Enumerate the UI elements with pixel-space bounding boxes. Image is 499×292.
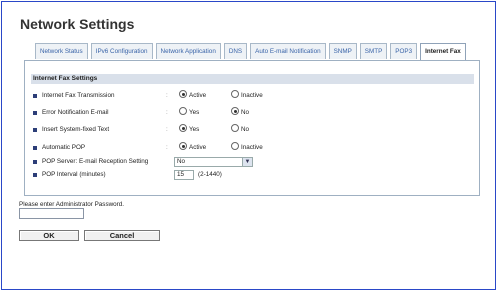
radio-checked-icon [179,124,187,132]
tab-network-status[interactable]: Network Status [35,43,88,59]
radio-unchecked-icon [231,124,239,132]
tab-dns[interactable]: DNS [223,43,248,59]
settings-panel: Internet Fax Settings Internet Fax Trans… [24,60,480,196]
radio-label: Inactive [241,144,263,151]
setting-label: Automatic POP [42,144,86,151]
radio-auto-pop-active[interactable]: Active [179,142,206,154]
setting-label: POP Server: E-mail Reception Setting [42,158,149,165]
pop-interval-input[interactable]: 15 [174,170,194,180]
bullet-icon [33,146,37,150]
radio-unchecked-icon [231,142,239,150]
settings-window: Network Settings Network Status IPv6 Con… [1,1,496,290]
ok-button[interactable]: OK [19,230,79,241]
bullet-icon [33,111,37,115]
setting-label: Error Notification E-mail [42,109,109,116]
radio-label: Active [189,144,207,151]
radio-label: Active [189,92,207,99]
bullet-icon [33,94,37,98]
setting-row-transmission: Internet Fax Transmission : Active Inact… [33,90,473,102]
bullet-icon [33,160,37,164]
chevron-down-icon[interactable]: ▼ [242,158,252,166]
select-value: No [177,158,186,165]
bullet-icon [33,173,37,177]
tab-snmp[interactable]: SNMP [328,43,357,59]
separator: : [166,109,168,116]
radio-unchecked-icon [179,107,187,115]
setting-label: Insert System-fixed Text [42,126,110,133]
tab-bar: Network Status IPv6 Configuration Networ… [35,43,466,60]
radio-label: Inactive [241,92,263,99]
cancel-button[interactable]: Cancel [84,230,160,241]
setting-row-pop-server: POP Server: E-mail Reception Setting No … [33,156,473,168]
radio-checked-icon [231,107,239,115]
password-input[interactable] [19,208,84,219]
radio-label: Yes [189,109,200,116]
setting-row-error-email: Error Notification E-mail : Yes No [33,107,473,119]
tab-smtp[interactable]: SMTP [359,43,388,59]
setting-label: POP Interval (minutes) [42,171,106,178]
separator: : [166,126,168,133]
setting-label: Internet Fax Transmission [42,92,115,99]
radio-label: Yes [189,126,200,133]
pop-server-select[interactable]: No ▼ [174,157,253,167]
radio-fixed-text-yes[interactable]: Yes [179,124,199,136]
radio-error-email-yes[interactable]: Yes [179,107,199,119]
radio-label: No [241,126,250,133]
setting-row-fixed-text: Insert System-fixed Text : Yes No [33,124,473,136]
tab-auto-email-notification[interactable]: Auto E-mail Notification [250,43,326,59]
page-title: Network Settings [20,16,135,32]
separator: : [166,144,168,151]
bullet-icon [33,128,37,132]
radio-checked-icon [179,90,187,98]
separator: : [166,92,168,99]
setting-row-pop-interval: POP Interval (minutes) 15 (2-1440) [33,169,473,181]
tab-ipv6-configuration[interactable]: IPv6 Configuration [90,43,153,59]
tab-network-application[interactable]: Network Application [155,43,221,59]
section-header: Internet Fax Settings [31,74,474,84]
password-label: Please enter Administrator Password. [19,201,124,208]
tab-internet-fax[interactable]: Internet Fax [420,43,466,60]
tab-pop3[interactable]: POP3 [390,43,418,59]
setting-row-auto-pop: Automatic POP : Active Inactive [33,142,473,154]
radio-label: No [241,109,250,116]
radio-error-email-no[interactable]: No [231,107,249,119]
radio-transmission-inactive[interactable]: Inactive [231,90,263,102]
radio-transmission-active[interactable]: Active [179,90,206,102]
pop-interval-hint: (2-1440) [198,171,222,178]
radio-unchecked-icon [231,90,239,98]
radio-fixed-text-no[interactable]: No [231,124,249,136]
radio-auto-pop-inactive[interactable]: Inactive [231,142,263,154]
radio-checked-icon [179,142,187,150]
